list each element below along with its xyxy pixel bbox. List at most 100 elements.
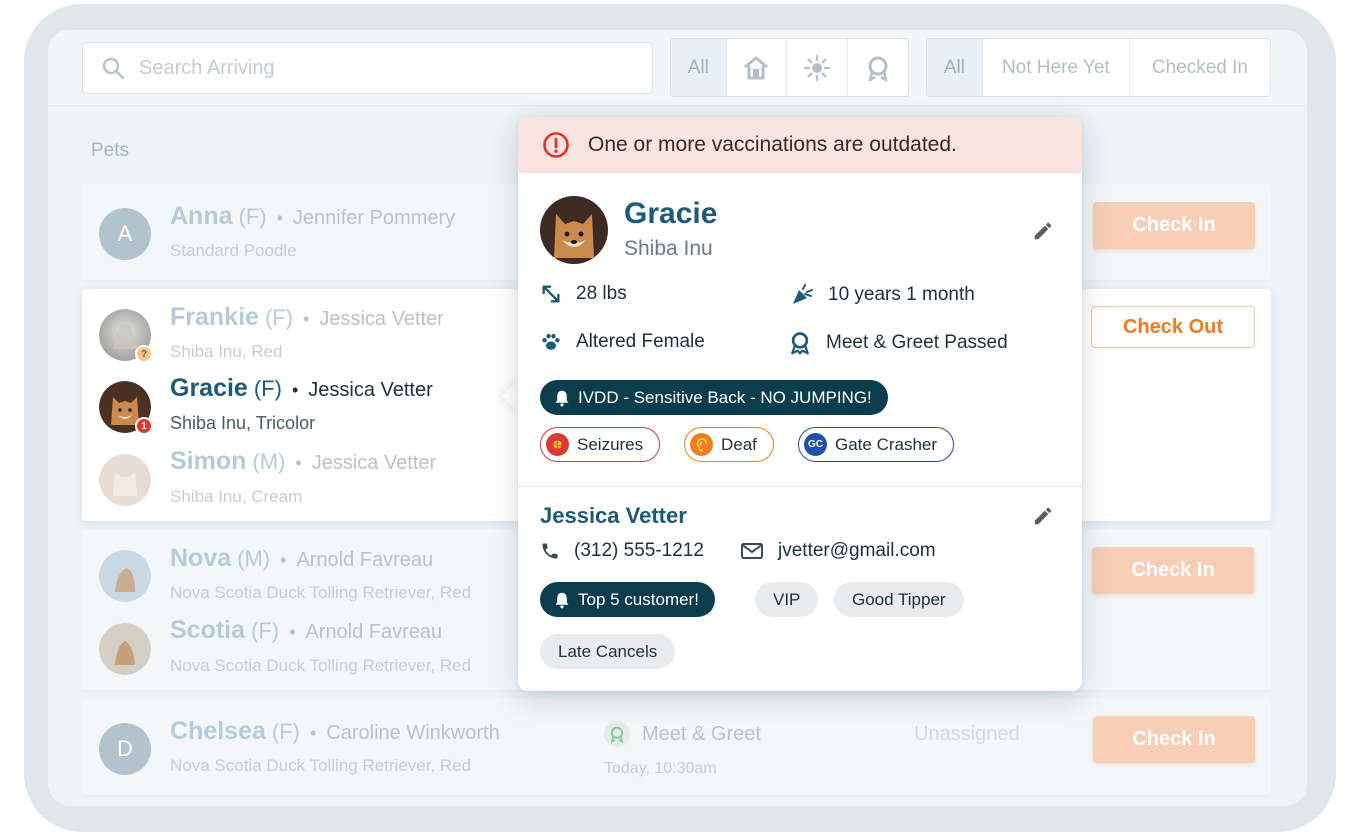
pet-name[interactable]: Scotia bbox=[170, 616, 245, 645]
pet-evaluation: Meet & Greet Passed bbox=[788, 331, 1008, 355]
pet-sex: (M) bbox=[252, 449, 286, 474]
pet-name[interactable]: Anna bbox=[170, 202, 233, 231]
pet-photo bbox=[99, 454, 151, 506]
edit-owner-icon[interactable] bbox=[1032, 505, 1054, 527]
pet-name-line: Anna (F) • Jennifer Pommery bbox=[170, 202, 455, 231]
award-icon bbox=[791, 332, 809, 355]
email-value: jvetter@gmail.com bbox=[778, 540, 936, 561]
avatar bbox=[99, 623, 151, 675]
pet-sex: (F) bbox=[271, 719, 300, 744]
avatar bbox=[99, 550, 151, 602]
pet-sex: (F) bbox=[238, 204, 267, 229]
separator-dot: • bbox=[309, 723, 317, 743]
pet-breed: Nova Scotia Duck Tolling Retriever, Red bbox=[170, 656, 472, 675]
owner-phone[interactable]: (312) 555-1212 bbox=[540, 540, 704, 562]
tag-vip[interactable]: VIP bbox=[755, 582, 819, 617]
check-in-button[interactable]: Check In bbox=[1092, 547, 1254, 594]
alert-circle-icon bbox=[543, 132, 569, 158]
filter-status-all[interactable]: All bbox=[927, 39, 983, 96]
pet-weight: 28 lbs bbox=[540, 283, 627, 305]
tag-label: Seizures bbox=[577, 434, 644, 454]
pet-sex: (F) bbox=[251, 618, 280, 643]
pet-name-line: Frankie (F) • Jessica Vetter bbox=[170, 303, 444, 332]
owner-name[interactable]: Jessica Vetter bbox=[308, 379, 433, 402]
sun-icon bbox=[803, 54, 830, 81]
owner-name[interactable]: Jessica Vetter bbox=[319, 308, 444, 331]
status-value: Altered Female bbox=[576, 331, 705, 352]
bell-icon bbox=[555, 390, 569, 406]
tag-late-cancels[interactable]: Late Cancels bbox=[540, 634, 676, 669]
service-type: Meet & Greet bbox=[604, 721, 761, 747]
pet-alert-tag[interactable]: IVDD - Sensitive Back - NO JUMPING! bbox=[540, 380, 888, 415]
owner-name[interactable]: Caroline Winkworth bbox=[326, 722, 499, 745]
filter-evaluation[interactable] bbox=[848, 39, 908, 96]
pet-badge: 1 bbox=[135, 417, 153, 435]
owner-name[interactable]: Arnold Favreau bbox=[305, 621, 442, 644]
owner-name[interactable]: Jessica Vetter bbox=[312, 452, 437, 475]
separator-dot: • bbox=[280, 550, 287, 570]
pet-breed: Shiba Inu bbox=[624, 237, 713, 260]
vaccination-alert: One or more vaccinations are outdated. bbox=[518, 117, 1082, 173]
check-in-button[interactable]: Check In bbox=[1093, 202, 1255, 249]
pet-name-line: Gracie (F) • Jessica Vetter bbox=[170, 374, 433, 403]
status-filter: All Not Here Yet Checked In bbox=[926, 38, 1271, 97]
owner-email[interactable]: jvetter@gmail.com bbox=[740, 540, 936, 562]
filter-type-all[interactable]: All bbox=[671, 39, 727, 96]
separator-dot: • bbox=[291, 380, 299, 400]
filter-not-here-yet[interactable]: Not Here Yet bbox=[983, 39, 1130, 96]
badge-icon bbox=[868, 56, 888, 81]
avatar-initial: A bbox=[117, 221, 133, 246]
gc-icon: GC bbox=[804, 433, 827, 456]
pet-name: Gracie bbox=[624, 197, 718, 230]
pet-name[interactable]: Simon bbox=[170, 447, 246, 476]
tag-label: Deaf bbox=[721, 434, 757, 454]
filter-boarding[interactable] bbox=[727, 39, 788, 96]
mail-icon bbox=[741, 543, 763, 559]
pets-column-heading: Pets bbox=[91, 140, 130, 161]
separator-dot: • bbox=[276, 208, 283, 228]
tag-label: Gate Crasher bbox=[835, 434, 938, 454]
assignee[interactable]: Unassigned bbox=[914, 723, 1020, 746]
pet-sex: (F) bbox=[253, 376, 282, 401]
service-time: Today, 10:30am bbox=[604, 760, 717, 777]
separator-dot: • bbox=[289, 622, 296, 642]
tag-good-tipper[interactable]: Good Tipper bbox=[834, 582, 964, 617]
reservation-card[interactable]: D Chelsea (F) • Caroline Winkworth Nova … bbox=[82, 699, 1271, 795]
owner-name[interactable]: Jennifer Pommery bbox=[293, 207, 455, 230]
separator-dot: • bbox=[303, 309, 310, 329]
filter-daycare[interactable] bbox=[787, 39, 848, 96]
owner-name[interactable]: Arnold Favreau bbox=[296, 549, 433, 572]
pet-name[interactable]: Frankie bbox=[170, 303, 259, 332]
phone-value: (312) 555-1212 bbox=[574, 540, 704, 561]
ear-icon bbox=[690, 433, 713, 456]
pet-breed: Nova Scotia Duck Tolling Retriever, Red bbox=[170, 756, 472, 775]
avatar bbox=[99, 454, 151, 506]
service-type-filter: All bbox=[670, 38, 909, 97]
avatar: 1 bbox=[99, 381, 153, 435]
separator-dot: • bbox=[295, 453, 302, 473]
pet-name-line: Nova (M) • Arnold Favreau bbox=[170, 544, 433, 573]
pet-name[interactable]: Chelsea bbox=[170, 717, 266, 746]
pet-name[interactable]: Gracie bbox=[170, 374, 248, 403]
avatar: D bbox=[99, 723, 151, 775]
pet-details-popover: One or more vaccinations are outdated. G… bbox=[518, 117, 1082, 691]
owner-name[interactable]: Jessica Vetter bbox=[540, 503, 687, 529]
search-input[interactable] bbox=[139, 56, 559, 80]
search-icon bbox=[102, 57, 125, 80]
party-icon bbox=[793, 284, 813, 304]
age-value: 10 years 1 month bbox=[828, 284, 975, 305]
edit-pet-icon[interactable] bbox=[1032, 220, 1054, 242]
pet-badge: ? bbox=[135, 345, 153, 363]
pet-name[interactable]: Nova bbox=[170, 544, 231, 573]
check-out-button[interactable]: Check Out bbox=[1091, 306, 1255, 348]
avatar: A bbox=[99, 208, 151, 260]
check-in-button[interactable]: Check In bbox=[1093, 716, 1255, 763]
tag-deaf[interactable]: Deaf bbox=[684, 427, 774, 462]
owner-alert-tag[interactable]: Top 5 customer! bbox=[540, 582, 715, 617]
tag-gate-crasher[interactable]: GC Gate Crasher bbox=[798, 427, 955, 462]
tag-seizures[interactable]: Seizures bbox=[540, 427, 661, 462]
pet-name-line: Scotia (F) • Arnold Favreau bbox=[170, 616, 442, 645]
filter-checked-in[interactable]: Checked In bbox=[1130, 39, 1270, 96]
search-box[interactable] bbox=[82, 42, 653, 94]
avatar: ? bbox=[99, 309, 153, 363]
